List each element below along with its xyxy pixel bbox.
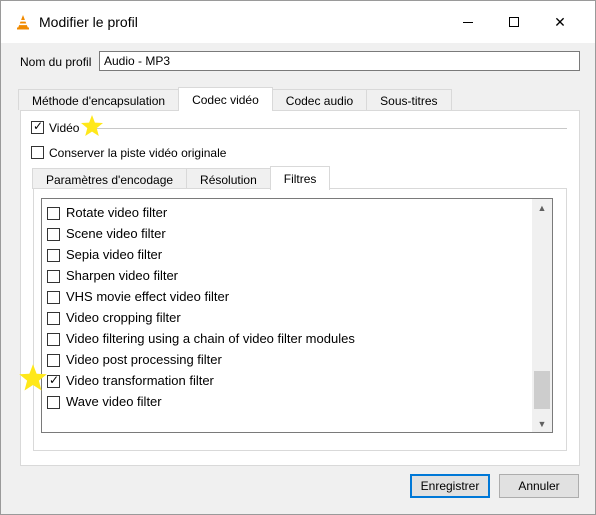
filter-checkbox[interactable] — [47, 354, 60, 367]
scroll-thumb[interactable] — [534, 371, 550, 409]
scroll-down-button[interactable]: ▼ — [532, 415, 552, 432]
cancel-button[interactable]: Annuler — [499, 474, 579, 498]
video-enable-label: Vidéo — [49, 121, 80, 135]
filter-checkbox[interactable] — [47, 228, 60, 241]
video-enable-checkbox[interactable]: ✓ — [31, 119, 44, 134]
filter-checkbox[interactable] — [47, 333, 60, 346]
close-button[interactable]: ✕ — [537, 1, 583, 43]
scroll-up-button[interactable]: ▲ — [532, 199, 552, 216]
filter-checkbox[interactable] — [47, 312, 60, 325]
filter-label: Video transformation filter — [66, 373, 214, 388]
filter-label: VHS movie effect video filter — [66, 289, 230, 304]
filter-label: Rotate video filter — [66, 205, 168, 220]
video-subtabs: Paramètres d'encodage Résolution Filtres — [32, 166, 331, 190]
tab-video-codec[interactable]: Codec vidéo — [178, 87, 273, 111]
tab-encapsulation[interactable]: Méthode d'encapsulation — [18, 89, 180, 110]
filter-label: Sepia video filter — [66, 247, 163, 262]
filter-checkbox[interactable] — [47, 291, 60, 304]
keep-original-label: Conserver la piste vidéo originale — [49, 146, 227, 160]
filter-label: Scene video filter — [66, 226, 166, 241]
save-button[interactable]: Enregistrer — [410, 474, 490, 498]
filter-checkbox[interactable]: ✓ — [47, 373, 60, 388]
minimize-button[interactable] — [445, 1, 491, 43]
filter-label: Video cropping filter — [66, 310, 181, 325]
chevron-down-icon: ▼ — [537, 418, 547, 429]
tab-encoding-params[interactable]: Paramètres d'encodage — [32, 168, 188, 189]
filters-list[interactable]: Rotate video filter Scene video filter S… — [41, 198, 553, 433]
filter-checkbox[interactable] — [47, 270, 60, 283]
maximize-button[interactable] — [491, 1, 537, 43]
filter-label: Video filtering using a chain of video f… — [66, 331, 355, 346]
filters-scrollbar[interactable]: ▲ ▼ — [532, 199, 552, 432]
check-icon: ✓ — [49, 373, 60, 387]
chevron-up-icon: ▲ — [537, 202, 547, 213]
list-item[interactable]: Wave video filter — [42, 391, 532, 412]
list-item[interactable]: Sharpen video filter — [42, 265, 532, 286]
tab-subtitles[interactable]: Sous-titres — [366, 89, 452, 110]
group-separator — [89, 128, 567, 129]
minimize-icon — [463, 21, 473, 23]
filter-checkbox[interactable] — [47, 207, 60, 220]
window-title: Modifier le profil — [39, 14, 138, 30]
profile-name-input[interactable] — [99, 51, 580, 71]
main-tabs: Méthode d'encapsulation Codec vidéo Code… — [18, 87, 452, 111]
filter-checkbox[interactable] — [47, 249, 60, 262]
title-bar: Modifier le profil ✕ — [1, 1, 595, 43]
close-icon: ✕ — [554, 13, 566, 30]
list-item[interactable]: Video cropping filter — [42, 307, 532, 328]
filter-label: Sharpen video filter — [66, 268, 179, 283]
profile-name-label: Nom du profil — [20, 55, 92, 69]
vlc-cone-icon — [17, 15, 29, 30]
maximize-icon — [509, 17, 519, 27]
tab-audio-codec[interactable]: Codec audio — [271, 89, 368, 110]
star-highlight-icon — [81, 115, 103, 136]
list-item[interactable]: VHS movie effect video filter — [42, 286, 532, 307]
star-highlight-icon — [19, 364, 47, 391]
list-item[interactable]: ✓ Video transformation filter — [42, 370, 532, 391]
list-item[interactable]: Sepia video filter — [42, 244, 532, 265]
filter-label: Video post processing filter — [66, 352, 222, 367]
filter-checkbox[interactable] — [47, 396, 60, 409]
tab-filters[interactable]: Filtres — [269, 166, 331, 190]
keep-original-checkbox[interactable] — [31, 146, 44, 159]
list-item[interactable]: Rotate video filter — [42, 202, 532, 223]
profile-dialog: Modifier le profil ✕ Nom du profil Métho… — [0, 0, 596, 515]
list-item[interactable]: Video filtering using a chain of video f… — [42, 328, 532, 349]
tab-resolution[interactable]: Résolution — [186, 168, 271, 189]
filter-label: Wave video filter — [66, 394, 162, 409]
list-item[interactable]: Scene video filter — [42, 223, 532, 244]
check-icon: ✓ — [33, 119, 44, 133]
list-item[interactable]: Video post processing filter — [42, 349, 532, 370]
